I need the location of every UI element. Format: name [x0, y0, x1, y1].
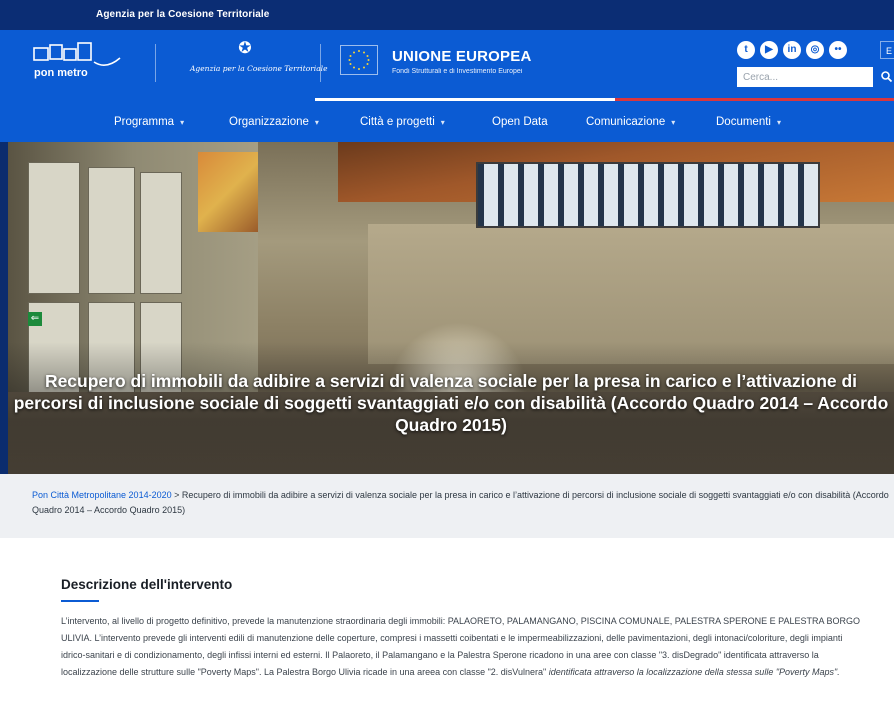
chevron-down-icon: ▾: [671, 118, 676, 127]
hero-banner: ⇐ Recupero di immobili da adibire a serv…: [8, 142, 894, 474]
chevron-down-icon: ▾: [180, 118, 185, 127]
agency-logo[interactable]: ✪ Agenzia per la Coesione Territoriale: [190, 40, 328, 88]
linkedin-icon[interactable]: in: [783, 41, 801, 59]
nav-item-comunicazione[interactable]: Comunicazione ▾: [586, 116, 675, 128]
header-divider: [155, 44, 156, 82]
main-navigation: Programma ▾ Organizzazione ▾ Città e proge…: [0, 98, 894, 142]
section-title: Descrizione dell'intervento: [61, 577, 233, 592]
top-bar: Agenzia per la Coesione Territoriale: [0, 0, 894, 30]
hero-wall-panel: [88, 167, 135, 294]
chevron-down-icon: ▾: [776, 118, 781, 127]
nav-item-citta-e-progetti[interactable]: Città e progetti ▾: [360, 116, 445, 128]
logo-text: pon metro: [34, 67, 88, 79]
eu-subtitle: Fondi Strutturali e di Investimento Euro…: [392, 68, 523, 75]
nav-item-label: Organizzazione: [229, 116, 309, 128]
twitter-icon[interactable]: t: [737, 41, 755, 59]
breadcrumb: Pon Città Metropolitane 2014-2020 > Recu…: [0, 474, 894, 538]
description-text: L’intervento, al livello di progetto def…: [61, 613, 861, 681]
nav-item-label: Documenti: [716, 116, 771, 128]
nav-item-label: Comunicazione: [586, 116, 666, 128]
nav-item-documenti[interactable]: Documenti ▾: [716, 116, 781, 128]
description-italic: identificata attraverso la localizzazion…: [546, 667, 840, 677]
hero-wall-panel: [28, 162, 80, 294]
agency-logo-text: Agenzia per la Coesione Territoriale: [190, 64, 328, 73]
chevron-down-icon: ▾: [440, 118, 445, 127]
main-content: Descrizione dell'intervento L’intervento…: [0, 538, 894, 726]
flickr-icon[interactable]: ••: [829, 41, 847, 59]
search-icon[interactable]: [880, 70, 894, 84]
page-title: Recupero di immobili da adibire a serviz…: [13, 371, 889, 435]
hero-wall-panel: [140, 172, 182, 294]
nav-item-open-data[interactable]: Open Data: [492, 116, 548, 128]
eu-logo[interactable]: UNIONE EUROPEA Fondi Strutturali e di In…: [340, 43, 590, 83]
section-title-underline: [61, 600, 99, 602]
page: Agenzia per la Coesione Territoriale pon…: [0, 0, 894, 726]
breadcrumb-home-link[interactable]: Pon Città Metropolitane 2014-2020: [32, 490, 172, 500]
breadcrumb-separator: >: [171, 490, 182, 500]
pon-metro-logo[interactable]: pon metro: [32, 40, 122, 90]
exit-sign-icon: ⇐: [28, 312, 42, 326]
chevron-down-icon: ▾: [314, 118, 319, 127]
instagram-icon[interactable]: ◎: [806, 41, 824, 59]
eu-flag-icon: [340, 45, 378, 75]
brand-header: pon metro ✪ Agenzia per la Coesione Terr…: [0, 30, 894, 98]
nav-accent-red: [615, 98, 894, 101]
agency-link[interactable]: Agenzia per la Coesione Territoriale: [96, 9, 269, 20]
nav-item-label: Programma: [114, 116, 175, 128]
nav-accent-white: [315, 98, 615, 101]
hero-windows: [476, 162, 820, 228]
nav-item-label: Open Data: [492, 116, 548, 128]
hero-mural: [198, 152, 258, 232]
search-input[interactable]: [737, 67, 873, 87]
header-divider: [320, 44, 321, 82]
youtube-icon[interactable]: ▶: [760, 41, 778, 59]
language-button[interactable]: E: [880, 41, 894, 59]
italian-emblem-icon: ✪: [238, 40, 252, 57]
eu-title: UNIONE EUROPEA: [392, 48, 532, 65]
nav-item-organizzazione[interactable]: Organizzazione ▾: [229, 116, 319, 128]
nav-item-programma[interactable]: Programma ▾: [114, 116, 184, 128]
nav-item-label: Città e progetti: [360, 116, 435, 128]
